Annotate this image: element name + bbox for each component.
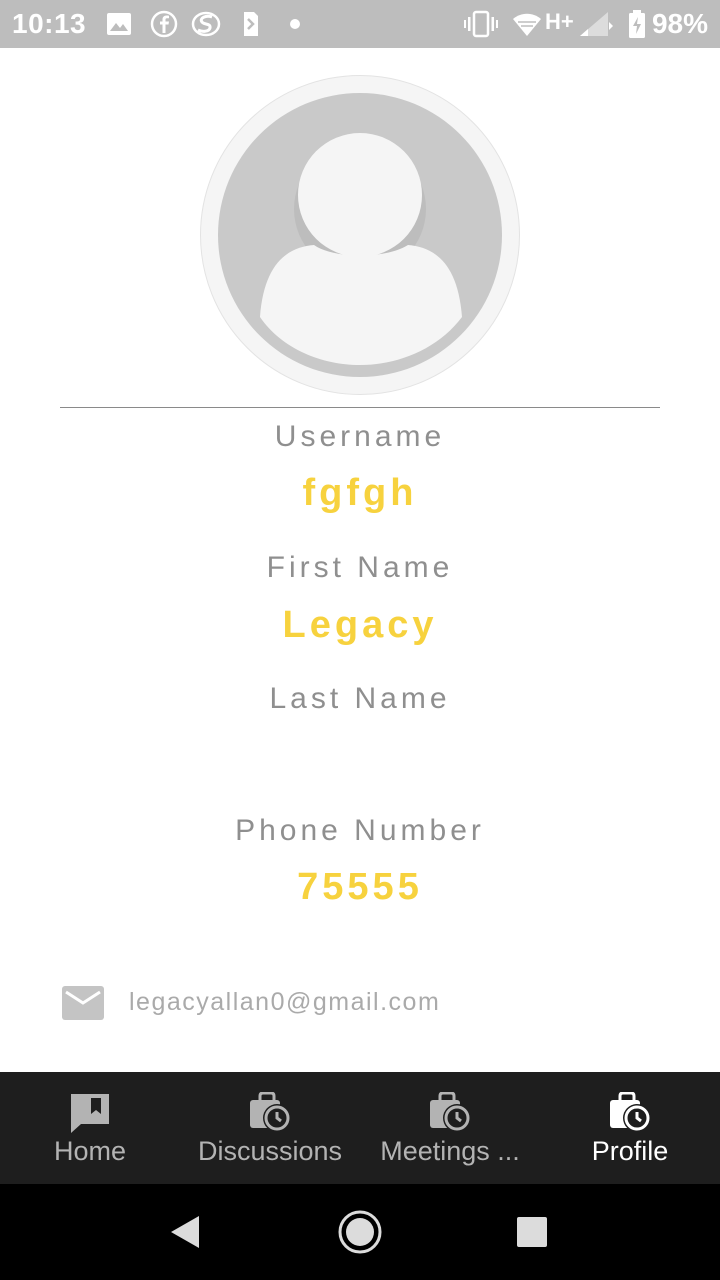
phone-number-label: Phone Number — [235, 814, 485, 847]
dot-icon — [289, 10, 301, 38]
wifi-icon — [512, 10, 542, 38]
briefcase-clock-icon — [180, 1090, 360, 1136]
recents-icon[interactable] — [508, 1208, 556, 1256]
battery-percent: 98% — [651, 8, 708, 39]
facebook-icon — [150, 10, 178, 38]
nav-item-profile[interactable]: Profile — [540, 1072, 720, 1184]
email-row — [62, 985, 104, 1025]
email-text[interactable]: legacyallan0@gmail.com — [129, 988, 440, 1017]
last-name-label: Last Name — [269, 682, 451, 715]
email-icon — [62, 985, 104, 1025]
s-app-icon — [190, 10, 222, 38]
first-name-label: First Name — [266, 551, 454, 584]
nav-label-home: Home — [53, 1136, 127, 1166]
network-type: H+ — [545, 9, 574, 34]
person-silhouette-icon — [260, 133, 462, 365]
back-icon[interactable] — [162, 1208, 210, 1256]
battery-charging-icon — [628, 10, 646, 38]
gallery-icon — [106, 10, 132, 38]
divider — [60, 407, 660, 408]
username-value: fgfgh — [302, 472, 418, 514]
profile-avatar[interactable] — [200, 75, 520, 395]
nav-item-discussions[interactable]: Discussions — [180, 1072, 360, 1184]
briefcase-clock-icon — [540, 1090, 720, 1136]
first-name-value: Legacy — [282, 604, 438, 646]
nav-label-profile: Profile — [591, 1136, 669, 1166]
vibrate-icon — [464, 10, 498, 38]
avatar-placeholder — [218, 93, 502, 377]
bookmark-chat-icon — [0, 1090, 180, 1136]
home-button-icon[interactable] — [336, 1208, 384, 1256]
nav-item-meetings[interactable]: Meetings ... — [360, 1072, 540, 1184]
bottom-navigation: Home Discussions Meetings ... Profile — [0, 1072, 720, 1184]
nav-item-home[interactable]: Home — [0, 1072, 180, 1184]
system-navigation-bar — [0, 1184, 720, 1280]
nav-label-meetings: Meetings ... — [380, 1136, 520, 1166]
phone-number-value: 75555 — [297, 866, 423, 908]
briefcase-clock-icon — [360, 1090, 540, 1136]
sim-card-icon — [242, 10, 260, 38]
status-bar: 10:13 H+ 98% — [0, 0, 720, 48]
nav-label-discussions: Discussions — [197, 1136, 343, 1166]
signal-icon — [578, 10, 616, 38]
username-label: Username — [274, 420, 446, 453]
status-time: 10:13 — [12, 8, 87, 39]
